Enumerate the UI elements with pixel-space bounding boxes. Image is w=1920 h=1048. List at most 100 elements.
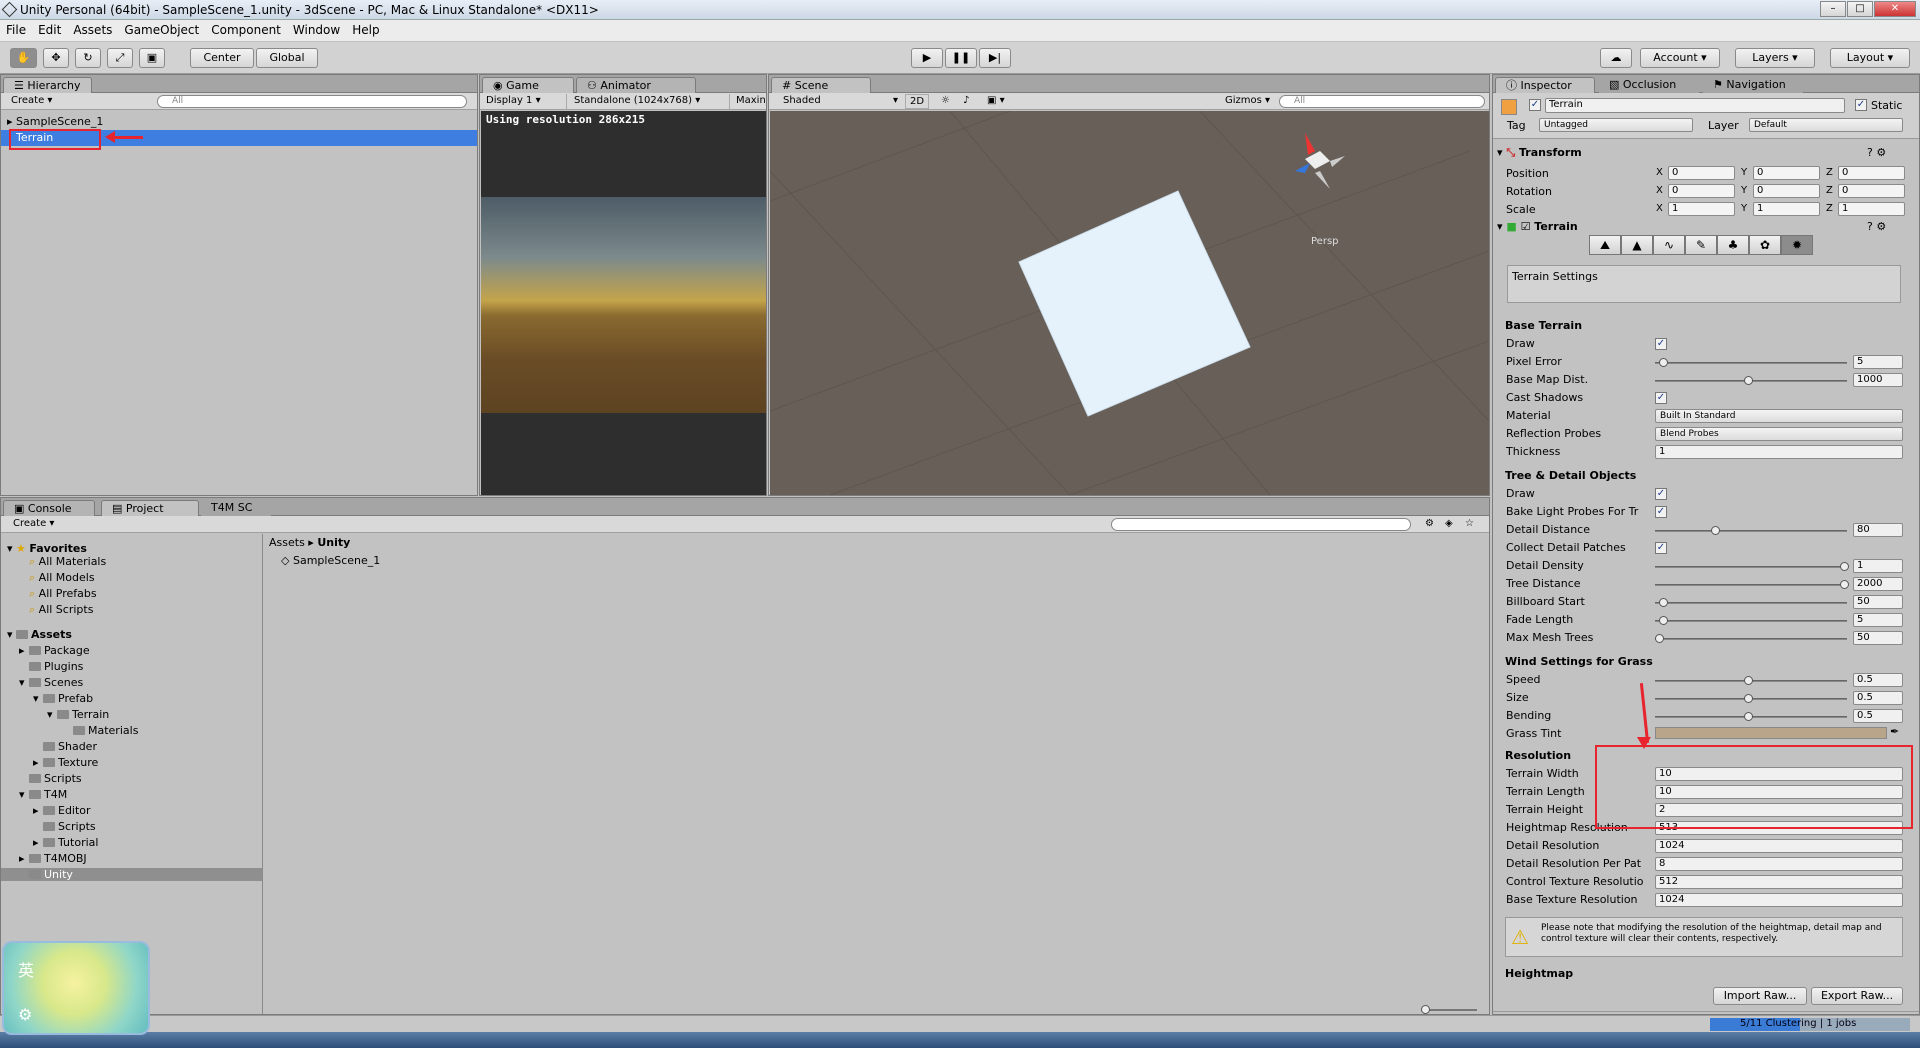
transform-header[interactable]: ▾ ⤡ Transform [1497,146,1582,160]
scene-view[interactable]: Persp [770,111,1489,495]
tab-project[interactable]: ▤ Project [101,500,199,516]
layer-dropdown[interactable]: Default [1749,118,1903,132]
tab-navigation[interactable]: ⚑ Navigation [1703,77,1803,93]
hierarchy-search-input[interactable]: All [157,95,467,108]
account-dropdown[interactable]: Account ▾ [1640,48,1720,68]
favorite-item[interactable]: ⌕ All Materials [29,555,106,569]
active-checkbox[interactable]: ✓ [1529,99,1541,111]
slider-knob[interactable] [1840,562,1849,571]
place-trees-tool-icon[interactable]: ♣ [1717,235,1749,255]
terrain-settings-tool-icon[interactable]: ✹ [1781,235,1813,255]
slider-knob[interactable] [1743,676,1753,685]
lighting-toggle-icon[interactable]: ☼ [937,94,954,109]
slider-value-field[interactable]: 1 [1853,559,1903,573]
project-search-input[interactable] [1111,518,1411,531]
value-field[interactable]: 1024 [1655,839,1903,853]
asset-size-slider[interactable] [1421,1005,1477,1014]
rotation-x-field[interactable]: 0 [1668,184,1735,198]
value-dropdown[interactable]: Built In Standard [1655,409,1903,423]
play-button[interactable]: ▶ [911,48,943,68]
slider-value-field[interactable]: 5 [1853,355,1903,369]
rotate-tool-button[interactable]: ↻ [75,48,101,68]
export-raw-button[interactable]: Export Raw... [1811,987,1903,1005]
cloud-button[interactable]: ☁ [1600,48,1632,68]
2d-toggle[interactable]: 2D [905,94,930,109]
tab-hierarchy[interactable]: ☰ Hierarchy [3,77,92,93]
terrain-settings-gear-icon[interactable]: ? ⚙ [1867,220,1886,233]
paint-texture-tool-icon[interactable]: ✎ [1685,235,1717,255]
maximize-on-play-toggle[interactable]: Maxin [732,94,770,109]
grass-tint-swatch[interactable] [1655,727,1887,739]
terrain-component-header[interactable]: ▾ ■ ☑ Terrain [1497,220,1578,233]
tag-dropdown[interactable]: Untagged [1539,118,1693,132]
checkbox[interactable]: ✓ [1655,542,1667,554]
eyedropper-icon[interactable]: ✒ [1890,725,1899,738]
pivot-global-button[interactable]: Global [256,48,318,68]
pivot-center-button[interactable]: Center [190,48,254,68]
filter-type-icon[interactable]: ⚙ [1421,517,1438,532]
menu-component[interactable]: Component [205,20,287,40]
maximize-button[interactable]: □ [1847,1,1873,17]
slider-knob[interactable] [1658,358,1668,367]
slider-knob[interactable] [1743,694,1753,703]
scale-x-field[interactable]: 1 [1668,202,1735,216]
rect-tool-button[interactable]: ▣ [139,48,165,68]
folder-item[interactable]: ▸ Editor [33,804,91,817]
asset-size-knob[interactable] [1421,1005,1430,1014]
ime-settings-icon[interactable]: ⚙ [18,1005,32,1024]
scale-z-field[interactable]: 1 [1838,202,1905,216]
slider-track[interactable] [1655,598,1847,607]
menu-help[interactable]: Help [346,20,385,40]
slider-knob[interactable] [1840,580,1849,589]
hierarchy-scene-row[interactable]: ▸ SampleScene_1 [7,114,477,130]
gizmos-dropdown[interactable]: Gizmos ▾ [1221,94,1274,109]
hand-tool-button[interactable]: ✋ [10,48,37,68]
menu-gameobject[interactable]: GameObject [118,20,205,40]
import-raw-button[interactable]: Import Raw... [1713,987,1807,1005]
tab-console[interactable]: ▣ Console [3,500,95,516]
folder-item[interactable]: ▸ Package [19,644,90,657]
value-field[interactable]: 8 [1655,857,1903,871]
tab-t4m[interactable]: T4M SC [201,500,271,516]
smooth-height-tool-icon[interactable]: ∿ [1653,235,1685,255]
scene-search-input[interactable]: All [1279,95,1485,108]
breadcrumb-assets[interactable]: Assets [269,536,305,549]
breadcrumb-unity[interactable]: Unity [317,536,350,549]
slider-track[interactable] [1655,712,1847,721]
folder-item[interactable]: ▸ Texture [33,756,98,769]
tab-animator[interactable]: ⚇ Animator [576,77,696,93]
folder-item[interactable]: ▾ Terrain [47,708,109,721]
slider-value-field[interactable]: 2000 [1853,577,1903,591]
value-dropdown[interactable]: Blend Probes [1655,427,1903,441]
checkbox[interactable]: ✓ [1655,392,1667,404]
hierarchy-create-button[interactable]: Create ▾ [7,94,56,109]
slider-knob[interactable] [1658,616,1668,625]
slider-track[interactable] [1655,676,1847,685]
tab-scene[interactable]: # Scene [771,77,871,93]
slider-track[interactable] [1655,562,1849,571]
asset-scene-item[interactable]: ◇ SampleScene_1 [281,554,380,567]
menu-assets[interactable]: Assets [67,20,118,40]
checkbox[interactable]: ✓ [1655,338,1667,350]
ime-widget[interactable]: 英 ⚙ [2,941,150,1035]
name-field[interactable]: Terrain [1545,98,1845,113]
slider-knob[interactable] [1655,634,1664,643]
slider-value-field[interactable]: 0.5 [1853,691,1903,705]
folder-item[interactable]: ▾ T4M [19,788,67,801]
slider-track[interactable] [1655,616,1847,625]
folder-item[interactable]: ▾ Prefab [33,692,93,705]
favorite-item[interactable]: ⌕ All Models [29,571,95,585]
tab-inspector[interactable]: ⓘ Inspector [1495,77,1595,93]
folder-item[interactable]: Materials [63,724,138,737]
enabled-checkbox[interactable]: ☑ [1521,220,1535,233]
favorite-star-icon[interactable]: ☆ [1461,517,1478,532]
effects-toggle-icon[interactable]: ▣ ▾ [983,94,1009,109]
layout-dropdown[interactable]: Layout ▾ [1830,48,1910,68]
close-button[interactable]: ✕ [1874,1,1916,17]
checkbox[interactable]: ✓ [1655,506,1667,518]
slider-value-field[interactable]: 50 [1853,595,1903,609]
slider-value-field[interactable]: 80 [1853,523,1903,537]
folder-item[interactable]: Scripts [33,820,96,833]
slider-value-field[interactable]: 5 [1853,613,1903,627]
game-view[interactable]: Using resolution 286x215 [481,111,766,495]
